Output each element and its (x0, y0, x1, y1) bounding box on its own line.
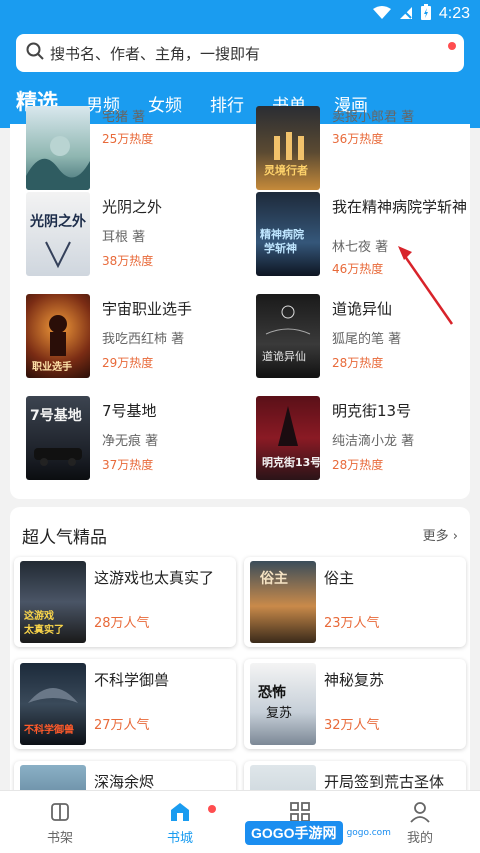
popular-section: 超人气精品 更多 › 这游戏 太真实了 这游戏也太真实了 28万人气 俗主 俗主 … (10, 507, 470, 807)
svg-text:太真实了: 太真实了 (23, 623, 64, 636)
book-heat: 46万热度 (332, 262, 384, 276)
popular-heat: 32万人气 (324, 718, 380, 733)
book-title: 光阴之外 (102, 198, 163, 216)
book-title: 明克街13号 (332, 402, 412, 420)
book-author: 狐尾的笔 著 (332, 332, 402, 347)
book-author: 宅猪 著 (102, 110, 146, 125)
book-item[interactable]: 灵境行者 卖报小郎君 著 36万热度 (256, 106, 476, 190)
popular-heat: 23万人气 (324, 616, 380, 631)
status-bar: 4:23 (0, 0, 480, 28)
book-cover: 精神病院 学斩神 (256, 192, 320, 276)
book-author: 我吃西红柿 著 (102, 332, 185, 347)
svg-text:灵境行者: 灵境行者 (264, 163, 308, 177)
book-author: 耳根 著 (102, 230, 146, 245)
popular-title: 开局签到荒古圣体 (324, 773, 445, 791)
book-cover: 俗主 (250, 561, 316, 643)
book-author: 净无痕 著 (102, 434, 159, 449)
popular-title: 这游戏也太真实了 (94, 569, 215, 587)
book-author: 卖报小郎君 著 (332, 110, 415, 125)
bottom-navigation: 书架 书城 我的 (0, 790, 480, 853)
search-placeholder: 搜书名、作者、主角，一搜即有 (50, 44, 261, 63)
more-label: 更多 (422, 529, 449, 544)
book-item[interactable]: 宅猪 著 25万热度 (26, 106, 246, 190)
svg-text:精神病院: 精神病院 (260, 227, 304, 241)
svg-text:不科学御兽: 不科学御兽 (24, 723, 74, 736)
book-title: 宇宙职业选手 (102, 300, 193, 318)
more-link[interactable]: 更多 › (423, 525, 458, 544)
svg-text:这游戏: 这游戏 (24, 609, 54, 622)
nav-profile[interactable]: 我的 (380, 801, 460, 846)
no-sim-icon (399, 5, 413, 24)
book-item[interactable]: 明克街13号 明克街13号 纯洁滴小龙 著 28万热度 (256, 396, 476, 480)
popular-heat: 28万人气 (94, 616, 150, 631)
chevron-right-icon: › (452, 529, 458, 544)
book-heat: 36万热度 (332, 132, 384, 146)
book-author: 林七夜 著 (332, 240, 389, 255)
search-icon (26, 42, 44, 64)
profile-icon (380, 801, 460, 823)
book-item[interactable]: 7号基地 7号基地 净无痕 著 37万热度 (26, 396, 246, 480)
svg-text:明克街13号: 明克街13号 (262, 455, 320, 469)
svg-text:道诡异仙: 道诡异仙 (262, 349, 306, 363)
book-heat: 38万热度 (102, 254, 154, 268)
book-author: 纯洁滴小龙 著 (332, 434, 415, 449)
svg-text:恐怖: 恐怖 (258, 684, 286, 701)
book-cover: 职业选手 (26, 294, 90, 378)
book-cover: 这游戏 太真实了 (20, 561, 86, 643)
book-cover: 明克街13号 (256, 396, 320, 480)
popular-item[interactable]: 恐怖复苏 神秘复苏 32万人气 (244, 659, 466, 749)
nav-label: 书架 (46, 831, 73, 846)
book-title: 7号基地 (102, 402, 157, 420)
popular-title: 俗主 (324, 569, 355, 587)
book-cover: 光阴之外 (26, 192, 90, 276)
bookstore-icon (140, 801, 220, 823)
clock: 4:23 (438, 5, 470, 22)
popular-title: 不科学御兽 (94, 671, 170, 689)
bookshelf-icon (20, 801, 100, 823)
watermark-logo: GOGO手游网 gogo.com (245, 820, 391, 846)
section-heading: 超人气精品 (22, 528, 107, 548)
search-bar[interactable]: 搜书名、作者、主角，一搜即有 (16, 34, 464, 72)
book-heat: 25万热度 (102, 132, 154, 146)
book-cover: 7号基地 (26, 396, 90, 480)
book-heat: 29万热度 (102, 356, 154, 370)
book-cover: 不科学御兽 (20, 663, 86, 745)
nav-label: 我的 (406, 831, 433, 846)
popular-title: 深海余烬 (94, 773, 155, 791)
battery-icon (420, 4, 431, 24)
svg-text:复苏: 复苏 (266, 705, 292, 721)
svg-text:7号基地: 7号基地 (30, 407, 82, 424)
nav-bookstore[interactable]: 书城 (140, 801, 220, 846)
book-cover: 道诡异仙 (256, 294, 320, 378)
watermark-url: gogo.com (346, 828, 391, 838)
book-cover: 恐怖复苏 (250, 663, 316, 745)
svg-text:光阴之外: 光阴之外 (29, 213, 86, 230)
svg-text:学斩神: 学斩神 (264, 241, 297, 255)
popular-item[interactable]: 俗主 俗主 23万人气 (244, 557, 466, 647)
book-cover: 灵境行者 (256, 106, 320, 190)
book-heat: 28万热度 (332, 356, 384, 370)
nav-label: 书城 (166, 831, 193, 846)
popular-item[interactable]: 这游戏 太真实了 这游戏也太真实了 28万人气 (14, 557, 236, 647)
book-item[interactable]: 职业选手 宇宙职业选手 我吃西红柿 著 29万热度 (26, 294, 246, 378)
book-cover (26, 106, 90, 190)
annotation-arrow (398, 246, 454, 325)
popular-item[interactable]: 不科学御兽 不科学御兽 27万人气 (14, 659, 236, 749)
nav-bookshelf[interactable]: 书架 (20, 801, 100, 846)
popular-title: 神秘复苏 (324, 671, 385, 689)
book-title: 我在精神病院学斩神 (332, 198, 468, 216)
notification-dot (448, 42, 456, 50)
wifi-icon (372, 5, 391, 24)
svg-text:职业选手: 职业选手 (32, 360, 72, 373)
popular-heat: 27万人气 (94, 718, 150, 733)
book-heat: 37万热度 (102, 458, 154, 472)
book-heat: 28万热度 (332, 458, 384, 472)
book-item[interactable]: 光阴之外 光阴之外 耳根 著 38万热度 (26, 192, 246, 276)
notification-dot (208, 805, 216, 813)
watermark-brand: GOGO手游网 (245, 821, 343, 845)
svg-text:俗主: 俗主 (259, 570, 288, 587)
